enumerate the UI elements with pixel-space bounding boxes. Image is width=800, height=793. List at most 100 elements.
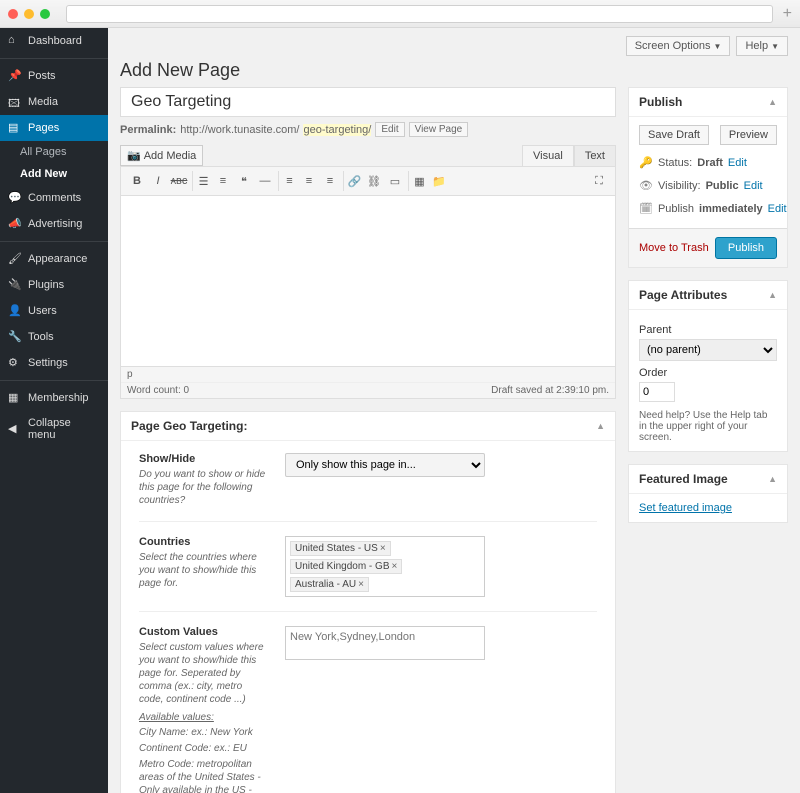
permalink-base: http://work.tunasite.com/ [180,124,299,136]
edit-date-link[interactable]: Edit [768,203,787,215]
geo-showhide-desc: Do you want to show or hide this page fo… [139,468,269,507]
save-draft-button[interactable]: Save Draft [639,125,709,145]
publish-button[interactable]: Publish [715,237,777,259]
window-max-dot[interactable] [40,9,50,19]
align-center-button[interactable]: ≡ [299,171,319,191]
window-close-dot[interactable] [8,9,18,19]
menu-comments[interactable]: 💬Comments [0,185,108,211]
menu-pages[interactable]: ▤Pages [0,115,108,141]
page-heading: Add New Page [120,60,788,81]
menu-posts[interactable]: 📌Posts [0,58,108,89]
user-icon: 👤 [8,304,22,318]
dashboard-icon: ⌂ [8,34,22,48]
country-tag: Australia - AU× [290,577,369,592]
edit-permalink-button[interactable]: Edit [375,122,404,137]
tab-text[interactable]: Text [574,145,616,166]
menu-tools[interactable]: 🔧Tools [0,324,108,350]
geo-custom-desc: Select custom values where you want to s… [139,641,269,706]
remove-tag-icon[interactable]: × [380,543,386,554]
edit-status-link[interactable]: Edit [728,157,747,169]
url-bar[interactable] [66,5,773,23]
editor-canvas[interactable] [121,196,615,366]
ol-button[interactable]: ≡ [213,171,233,191]
media-icon: 🖾 [8,95,22,109]
order-input[interactable] [639,382,675,402]
eye-icon: 👁 [639,179,653,192]
submenu-all-pages[interactable]: All Pages [0,141,108,163]
ul-button[interactable]: ☰ [192,171,212,191]
admin-sidebar: ⌂Dashboard 📌Posts 🖾Media ▤Pages All Page… [0,28,108,793]
geo-countries-desc: Select the countries where you want to s… [139,551,269,590]
publish-box-header[interactable]: Publish▲ [629,88,787,117]
menu-collapse[interactable]: ◀Collapse menu [0,411,108,447]
help-button[interactable]: Help▼ [736,36,788,56]
geo-custom-textarea[interactable] [285,626,485,660]
menu-dashboard[interactable]: ⌂Dashboard [0,28,108,54]
menu-settings[interactable]: ⚙Settings [0,350,108,376]
toolbar-toggle-button[interactable]: ▦ [408,171,428,191]
page-icon: ▤ [8,121,22,135]
menu-advertising[interactable]: 📣Advertising [0,211,108,237]
tab-visual[interactable]: Visual [522,145,574,166]
new-tab-icon[interactable]: + [783,5,792,23]
view-page-button[interactable]: View Page [409,122,469,137]
add-media-button[interactable]: 📷Add Media [120,145,203,166]
geo-targeting-header[interactable]: Page Geo Targeting:▲ [121,412,615,441]
browser-titlebar: + [0,0,800,28]
brush-icon: 🖌 [8,252,22,266]
collapse-icon: ◀ [8,422,22,436]
permalink-label: Permalink: [120,124,176,136]
window-min-dot[interactable] [24,9,34,19]
geo-countries-input[interactable]: United States - US× United Kingdom - GB×… [285,536,485,597]
link-button[interactable]: 🔗 [343,171,363,191]
chevron-down-icon: ▼ [771,42,779,51]
megaphone-icon: 📣 [8,217,22,231]
remove-tag-icon[interactable]: × [392,561,398,572]
folder-button[interactable]: 📁 [429,171,449,191]
permalink-row: Permalink: http://work.tunasite.com/geo-… [120,122,616,137]
fullscreen-button[interactable]: ⛶ [589,171,609,191]
featured-image-header[interactable]: Featured Image▲ [629,465,787,494]
geo-countries-label: Countries [139,536,269,548]
membership-icon: ▦ [8,391,22,405]
unlink-button[interactable]: ⛓ [364,171,384,191]
parent-select[interactable]: (no parent) [639,339,777,361]
edit-visibility-link[interactable]: Edit [744,180,763,192]
chevron-up-icon: ▲ [596,421,605,431]
align-left-button[interactable]: ≡ [278,171,298,191]
menu-users[interactable]: 👤Users [0,298,108,324]
set-featured-image-link[interactable]: Set featured image [639,502,732,514]
bold-button[interactable]: B [127,171,147,191]
key-icon: 🔑 [639,156,653,169]
attrs-help: Need help? Use the Help tab in the upper… [639,410,777,443]
pin-icon: 📌 [8,69,22,83]
screen-options-button[interactable]: Screen Options▼ [626,36,731,56]
remove-tag-icon[interactable]: × [358,579,364,590]
geo-showhide-select[interactable]: Only show this page in... [285,453,485,477]
page-attributes-header[interactable]: Page Attributes▲ [629,281,787,310]
title-input[interactable] [120,87,616,117]
menu-membership[interactable]: ▦Membership [0,380,108,411]
align-right-button[interactable]: ≡ [320,171,340,191]
geo-example-continent: Continent Code: ex.: EU [139,742,269,755]
geo-showhide-label: Show/Hide [139,453,269,465]
quote-button[interactable]: ❝ [234,171,254,191]
submenu-add-new[interactable]: Add New [0,163,108,185]
hr-button[interactable]: — [255,171,275,191]
wrench-icon: 🔧 [8,330,22,344]
chevron-down-icon: ▼ [714,42,722,51]
menu-media[interactable]: 🖾Media [0,89,108,115]
country-tag: United States - US× [290,541,391,556]
trash-link[interactable]: Move to Trash [639,242,709,254]
geo-available-label: Available values: [139,712,269,723]
italic-button[interactable]: I [148,171,168,191]
parent-label: Parent [639,324,777,336]
menu-appearance[interactable]: 🖌Appearance [0,241,108,272]
strike-button[interactable]: ᴀʙᴄ [169,171,189,191]
more-button[interactable]: ▭ [385,171,405,191]
editor-toolbar: B I ᴀʙᴄ ☰ ≡ ❝ — ≡ ≡ ≡ 🔗 ⛓ ▭ [121,167,615,196]
preview-button[interactable]: Preview [720,125,777,145]
menu-plugins[interactable]: 🔌Plugins [0,272,108,298]
autosave-status: Draft saved at 2:39:10 pm. [491,385,609,396]
order-label: Order [639,367,777,379]
